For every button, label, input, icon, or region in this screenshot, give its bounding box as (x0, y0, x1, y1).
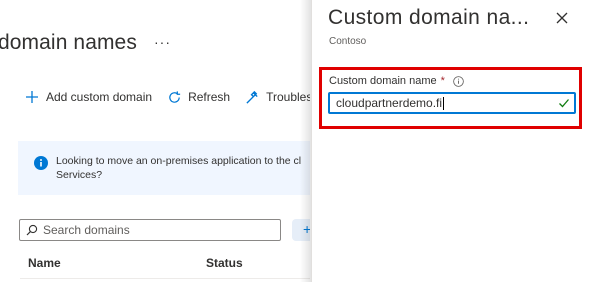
banner-line-1: Looking to move an on-premises applicati… (56, 155, 302, 167)
refresh-label: Refresh (188, 90, 231, 104)
search-input[interactable]: Search domains (19, 219, 281, 241)
panel-subtitle: Contoso (329, 36, 367, 47)
info-icon (34, 156, 48, 170)
field-label-text: Custom domain name (329, 75, 437, 87)
plus-icon (24, 89, 40, 105)
refresh-button[interactable]: Refresh (166, 89, 230, 105)
text-caret (443, 96, 445, 110)
add-custom-domain-label: Add custom domain (46, 90, 153, 104)
column-header-status[interactable]: Status (206, 256, 243, 270)
checkmark-icon (559, 99, 569, 108)
custom-domain-name-input[interactable]: cloudpartnerdemo.fi (328, 92, 576, 114)
banner-line-2: Services? (56, 169, 103, 181)
add-custom-domain-button[interactable]: Add custom domain (24, 89, 152, 105)
info-banner: Looking to move an on-premises applicati… (18, 141, 310, 195)
wrench-icon (244, 89, 260, 105)
info-icon[interactable] (453, 75, 464, 87)
search-placeholder: Search domains (43, 223, 130, 237)
field-label: Custom domain name * (329, 75, 464, 87)
search-icon (26, 224, 38, 236)
more-options-button[interactable]: ··· (154, 34, 171, 50)
panel-title: Custom domain na... (328, 6, 530, 29)
custom-domain-panel: Custom domain na... Contoso Custom domai… (311, 0, 591, 282)
required-marker: * (440, 75, 445, 87)
table-divider (20, 278, 310, 279)
page-title: domain names (0, 31, 137, 54)
command-bar: Add custom domain Refresh Troubleshoot (24, 86, 310, 108)
custom-domain-name-value: cloudpartnerdemo.fi (336, 96, 443, 110)
close-icon[interactable] (554, 10, 570, 26)
background-page: domain names ··· Add custom domain Refre… (0, 0, 310, 282)
column-header-name[interactable]: Name (28, 256, 61, 270)
refresh-icon (166, 89, 182, 105)
